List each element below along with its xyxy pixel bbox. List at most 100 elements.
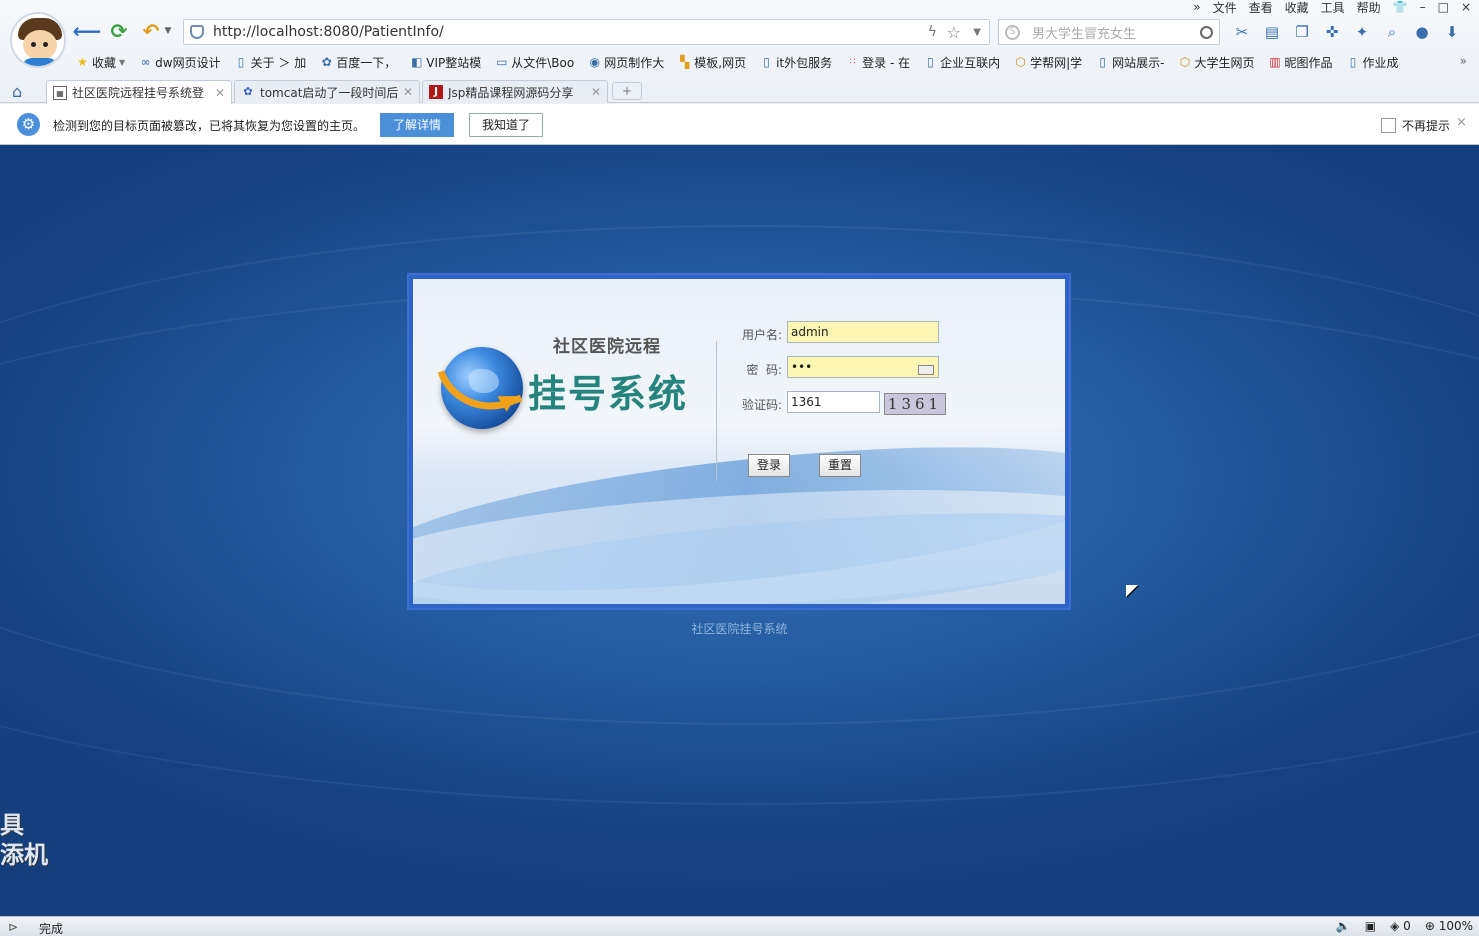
close-window-button[interactable]: × <box>1461 0 1471 14</box>
bookmark-item[interactable]: ▥ 昵图作品 <box>1269 54 1332 71</box>
zoom-control[interactable]: ⊕ 100% <box>1425 919 1473 933</box>
keyboard-icon[interactable] <box>918 365 934 375</box>
search-icon[interactable] <box>1200 25 1213 39</box>
bookmark-item[interactable]: ⬡ 学帮网|学 <box>1014 54 1082 71</box>
puzzle-icon[interactable]: ✜ <box>1322 22 1342 42</box>
bookmark-label: 企业互联内 <box>940 55 1001 70</box>
menu-chevron[interactable]: » <box>1193 0 1200 14</box>
close-notification-icon[interactable]: × <box>1456 115 1467 130</box>
speaker-icon[interactable]: 🔈 <box>1336 919 1351 933</box>
favorite-star-icon[interactable]: ☆ <box>947 23 961 42</box>
username-input[interactable] <box>787 321 939 343</box>
template-icon: ▚ <box>680 54 690 69</box>
bookmark-item[interactable]: ⬡ 大学生网页 <box>1179 54 1255 71</box>
footer-text: 社区医院挂号系统 <box>691 622 788 636</box>
bookmark-item[interactable]: ✿ 百度一下， <box>320 54 397 71</box>
bookmark-label: 学帮网|学 <box>1030 55 1083 70</box>
zoom-icon[interactable]: ⌕ <box>1382 22 1402 42</box>
reader-icon[interactable]: ▤ <box>1262 22 1282 42</box>
side-widget[interactable]: 具 添机 <box>0 810 48 870</box>
url-text[interactable]: http://localhost:8080/PatientInfo/ <box>213 24 444 40</box>
new-tab-button[interactable]: + <box>612 82 642 100</box>
adblock-counter[interactable]: ◈ 0 <box>1390 919 1411 933</box>
maximize-button[interactable]: □ <box>1438 0 1449 14</box>
skin-icon[interactable]: 👕 <box>1393 0 1408 14</box>
dont-show-again[interactable]: 不再提示 <box>1381 117 1450 134</box>
bookmark-label: VIP整站模 <box>426 55 482 70</box>
security-shield-icon <box>190 25 204 39</box>
captcha-image[interactable]: 1361 <box>884 393 946 415</box>
system-subtitle: 社区医院远程 <box>553 337 661 357</box>
extension-icon[interactable]: ✦ <box>1352 22 1372 42</box>
chat-icon[interactable]: ● <box>1412 22 1432 42</box>
avatar-face <box>23 30 57 60</box>
got-it-button[interactable]: 我知道了 <box>469 113 543 137</box>
bookmark-item[interactable]: ▭ 从文件\Boo <box>495 54 574 71</box>
menu-favorites[interactable]: 收藏 <box>1285 0 1309 16</box>
login-panel: 社区医院远程 挂号系统 用户名: 密 码: ••• 验证码: 1361 登录 重… <box>407 273 1071 610</box>
user-avatar[interactable] <box>10 12 66 68</box>
tab-strip: ⌂ ▦ 社区医院远程挂号系统登 ✕ ✿ tomcat启动了一段时间后 ✕ J J… <box>0 79 1479 104</box>
note-icon[interactable]: ❐ <box>1292 22 1312 42</box>
dont-show-label: 不再提示 <box>1402 119 1451 133</box>
bookmark-item[interactable]: ∞ dw网页设计 <box>139 54 221 71</box>
close-tab-icon[interactable]: ✕ <box>591 85 601 99</box>
back-arrow-icon[interactable]: ⟵ <box>73 19 102 43</box>
dont-show-checkbox[interactable] <box>1381 118 1396 133</box>
refresh-icon[interactable]: ⟳ <box>107 19 131 43</box>
menu-help[interactable]: 帮助 <box>1357 0 1381 16</box>
download-icon[interactable]: ⬇ <box>1442 22 1462 42</box>
bookmark-item[interactable]: ▯ 企业互联内 <box>924 54 1000 71</box>
menu-tools[interactable]: 工具 <box>1321 0 1345 16</box>
tab-tomcat[interactable]: ✿ tomcat启动了一段时间后 ✕ <box>234 80 420 103</box>
search-box[interactable]: S 男大学生冒充女生 <box>998 19 1220 45</box>
lightning-icon[interactable]: ϟ <box>928 24 937 40</box>
close-tab-icon[interactable]: ✕ <box>403 85 413 99</box>
password-label: 密 码: <box>746 363 782 377</box>
bookmark-label: 百度一下， <box>336 55 397 70</box>
url-dropdown-icon[interactable]: ▼ <box>973 27 981 38</box>
page-content: 社区医院远程 挂号系统 用户名: 密 码: ••• 验证码: 1361 登录 重… <box>0 145 1479 916</box>
search-engine-icon[interactable]: S <box>1005 24 1020 40</box>
toolbar-icons: ✂ ▤ ❐ ✜ ✦ ⌕ ● ⬇ <box>1232 22 1462 42</box>
bookmark-item[interactable]: ◧ VIP整站模 <box>410 54 481 71</box>
bookmark-label: 网站展示- <box>1112 55 1165 70</box>
zoom-icon: ⊕ <box>1424 919 1439 933</box>
scissors-icon[interactable]: ✂ <box>1232 22 1252 42</box>
login-icon: ∷ <box>849 56 856 67</box>
bookmark-label: 登录 - 在 <box>862 55 911 70</box>
undo-icon[interactable]: ↶ <box>139 19 163 43</box>
bookmark-item[interactable]: ▚ 模板,网页 <box>678 54 746 71</box>
address-bar[interactable]: http://localhost:8080/PatientInfo/ ϟ ☆ ▼ <box>183 19 990 45</box>
briefcase-icon[interactable]: ▣ <box>1365 919 1376 933</box>
minimize-button[interactable]: – <box>1420 0 1426 14</box>
menu-file[interactable]: 文件 <box>1213 0 1237 16</box>
bookmark-item[interactable]: ∷ 登录 - 在 <box>846 54 910 71</box>
home-icon[interactable]: ⌂ <box>12 82 22 101</box>
password-input[interactable]: ••• <box>787 356 939 378</box>
sidebar-toggle-icon[interactable]: ⊳ <box>8 920 18 934</box>
close-tab-icon[interactable]: ✕ <box>215 86 225 100</box>
learn-more-button[interactable]: 了解详情 <box>380 113 454 137</box>
tab-label: Jsp精品课程网源码分享 <box>448 85 574 100</box>
undo-dropdown-icon[interactable]: ▼ <box>162 19 174 43</box>
menu-view[interactable]: 查看 <box>1249 0 1273 16</box>
baidu-paw-icon: ✿ <box>321 54 332 69</box>
bookmark-item[interactable]: ★ 收藏 ▼ <box>76 54 125 71</box>
reset-button[interactable]: 重置 <box>819 454 861 477</box>
captcha-label: 验证码: <box>741 398 782 412</box>
search-placeholder[interactable]: 男大学生冒充女生 <box>1032 23 1136 42</box>
bookmark-item[interactable]: ◉ 网页制作大 <box>588 54 664 71</box>
status-bar: ⊳ 完成 🔈 ▣ ◈ 0 ⊕ 100% <box>0 916 1479 936</box>
bookmark-item[interactable]: ▯ 网站展示- <box>1096 54 1164 71</box>
captcha-input[interactable] <box>787 391 880 413</box>
bookmarks-overflow-button[interactable]: » <box>1460 54 1467 68</box>
bookmark-label: 大学生网页 <box>1194 55 1255 70</box>
tab-jsp[interactable]: J Jsp精品课程网源码分享 ✕ <box>422 80 608 103</box>
tab-login-page[interactable]: ▦ 社区医院远程挂号系统登 ✕ <box>46 80 232 104</box>
avatar-eye <box>31 42 36 47</box>
bookmark-item[interactable]: ▯ 关于 ＞ 加 <box>235 54 306 71</box>
login-button[interactable]: 登录 <box>748 454 790 477</box>
bookmark-item[interactable]: ▯ 作业成 <box>1347 54 1399 71</box>
bookmark-item[interactable]: ▯ it外包服务 <box>760 54 832 71</box>
